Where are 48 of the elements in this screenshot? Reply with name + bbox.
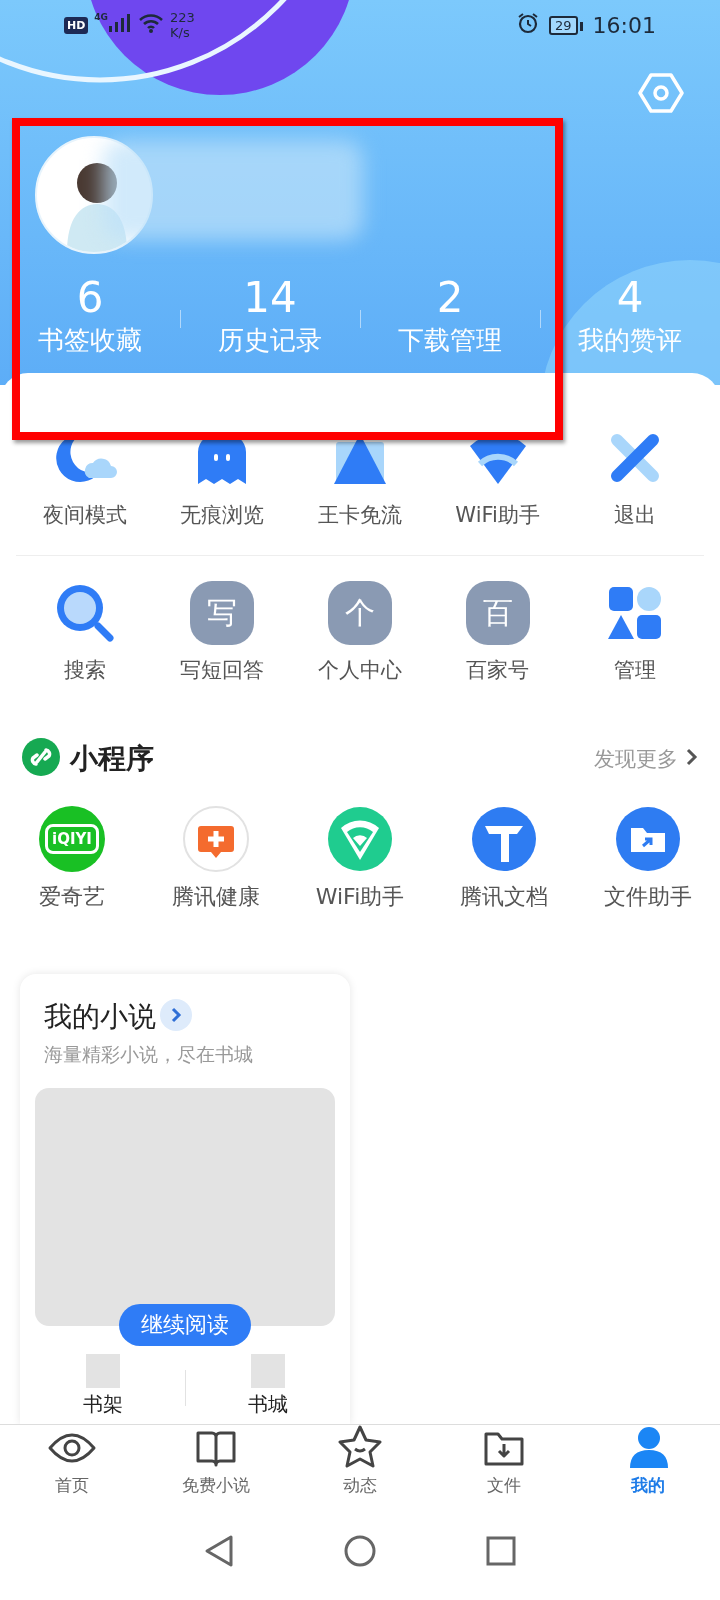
- home-icon[interactable]: [344, 1535, 376, 1567]
- star-icon[interactable]: [337, 1424, 383, 1468]
- tool-label[interactable]: 个人中心: [318, 656, 402, 684]
- card-link[interactable]: 书城: [247, 1392, 288, 1416]
- chat-plus-icon: [183, 806, 249, 872]
- tool-label[interactable]: 写短回答: [180, 656, 265, 684]
- chevron-icon[interactable]: [160, 999, 192, 1031]
- tool-label[interactable]: 王卡免流: [318, 501, 402, 529]
- tool-label[interactable]: 搜索: [63, 656, 106, 684]
- tool-label[interactable]: 夜间模式: [42, 501, 127, 529]
- card-title: 我的小说: [44, 999, 156, 1035]
- nav-tab[interactable]: 免费小说: [182, 1474, 250, 1497]
- battery-level: 29: [549, 15, 578, 35]
- chevron-icon: [686, 748, 698, 766]
- alarm-icon: [517, 12, 540, 34]
- tool-label[interactable]: 退出: [614, 501, 657, 529]
- image-placeholder: [85, 1354, 120, 1388]
- card-link[interactable]: 书架: [82, 1392, 123, 1416]
- nav-tab[interactable]: 首页: [55, 1474, 89, 1497]
- nav-tab[interactable]: 我的: [631, 1474, 665, 1497]
- speed-value: 223: [170, 10, 195, 25]
- shield-icon: [327, 806, 393, 872]
- mini-program-label[interactable]: WiFi助手: [315, 882, 405, 912]
- tool-label[interactable]: 管理: [614, 656, 657, 684]
- tool-label[interactable]: 百家号: [466, 656, 530, 684]
- recents-icon[interactable]: [486, 1536, 516, 1566]
- section-title: 小程序: [70, 741, 154, 777]
- nav-tab[interactable]: 文件: [487, 1474, 521, 1497]
- tool-label[interactable]: 无痕浏览: [180, 501, 265, 529]
- mini-program-label[interactable]: 腾讯健康: [172, 882, 260, 912]
- back-icon[interactable]: [204, 1534, 234, 1568]
- tool-label[interactable]: WiFi助手: [455, 501, 540, 529]
- battery-tip-icon: [579, 21, 583, 31]
- speed-unit: K/s: [170, 25, 191, 40]
- hd-badge: HD: [64, 16, 89, 34]
- mini-program-label[interactable]: 文件助手: [604, 882, 692, 912]
- card-subtitle: 海量精彩小说，尽在书城: [43, 1042, 254, 1067]
- image-placeholder: [250, 1354, 285, 1388]
- folder-icon: [615, 806, 681, 872]
- link-icon: [22, 738, 60, 776]
- continue-reading-button[interactable]: 继续阅读: [119, 1304, 251, 1346]
- mini-program-label[interactable]: 腾讯文档: [460, 882, 548, 912]
- nav-tab[interactable]: 动态: [343, 1474, 377, 1497]
- cross-shape-icon: [471, 806, 537, 872]
- clock-time: 16:01: [592, 12, 656, 38]
- wifi-icon: [138, 13, 164, 33]
- signal-icon: [108, 13, 132, 33]
- mini-program-label[interactable]: 爱奇艺: [39, 882, 105, 912]
